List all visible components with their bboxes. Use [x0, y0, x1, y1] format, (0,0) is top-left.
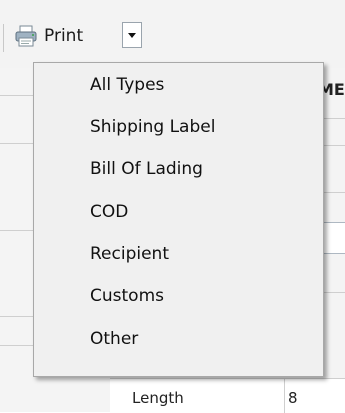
toolbar: Print [0, 0, 345, 68]
menu-item-customs[interactable]: Customs [90, 278, 310, 314]
print-dropdown-arrow-button[interactable] [122, 22, 142, 48]
background-gridline [324, 192, 345, 193]
toolbar-separator [3, 24, 4, 52]
menu-item-shipping-label[interactable]: Shipping Label [90, 109, 310, 145]
menu-item-all-types[interactable]: All Types [90, 67, 310, 103]
menu-item-recipient[interactable]: Recipient [90, 236, 310, 272]
background-gridline [324, 118, 345, 119]
background-gridline [0, 95, 33, 96]
background-gridline [0, 230, 33, 231]
background-gridline [0, 143, 33, 144]
length-divider [284, 379, 285, 413]
print-type-dropdown-menu: All Types Shipping Label Bill Of Lading … [33, 62, 324, 377]
background-gridline [0, 345, 33, 346]
menu-item-other[interactable]: Other [90, 321, 310, 357]
menu-item-cod[interactable]: COD [90, 194, 310, 230]
length-label: Length [132, 389, 184, 407]
background-gridline [324, 145, 345, 146]
background-gridline [0, 316, 33, 317]
printer-icon [15, 25, 37, 47]
length-value[interactable]: 8 [288, 389, 298, 407]
background-gridline [324, 292, 345, 293]
length-row: Length 8 [110, 378, 345, 413]
print-button[interactable]: Print [14, 22, 83, 50]
print-button-label: Print [44, 26, 84, 46]
menu-item-bill-of-lading[interactable]: Bill Of Lading [90, 151, 310, 187]
